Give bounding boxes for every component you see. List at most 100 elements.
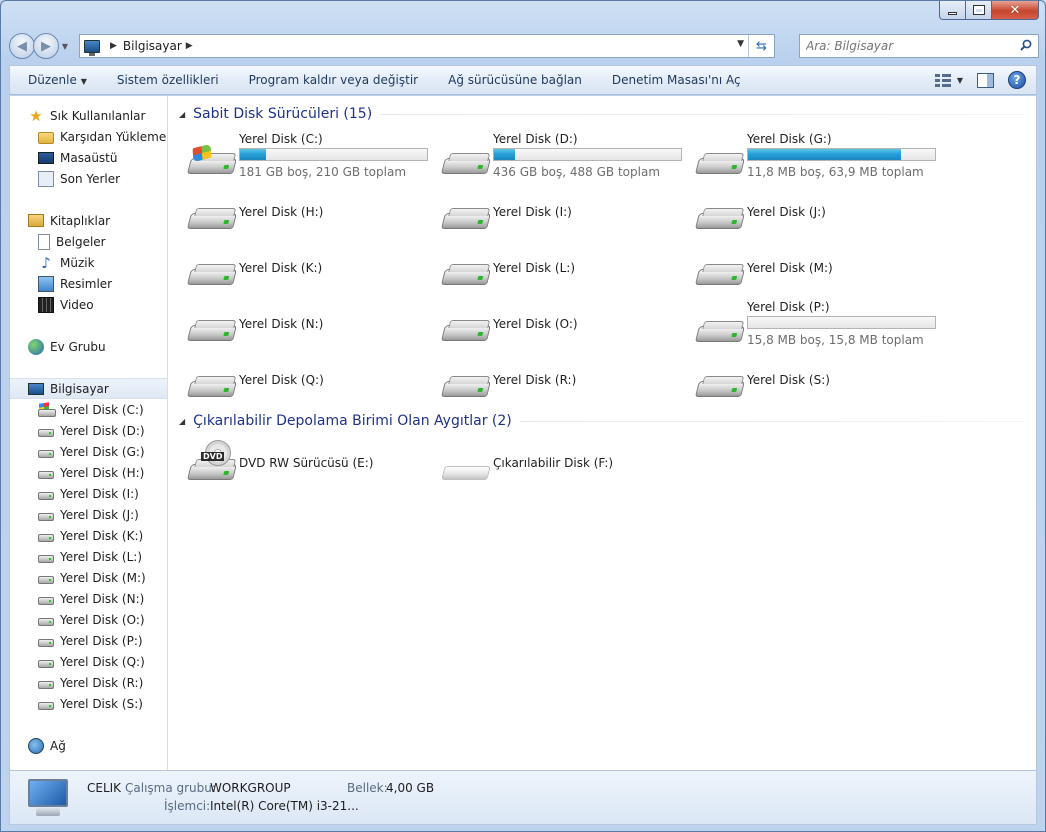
open-control-panel-button[interactable]: Denetim Masası'nı Aç — [597, 73, 756, 87]
sidebar-item-video[interactable]: Video — [10, 294, 167, 315]
drive-name: Yerel Disk (K:) — [239, 261, 323, 275]
libraries-icon — [28, 214, 44, 227]
search-icon[interactable] — [1020, 39, 1032, 51]
drive-tile-l[interactable]: Yerel Disk (L:) — [441, 259, 691, 309]
collapse-triangle-icon[interactable]: ◢ — [179, 417, 185, 426]
sidebar-item-favorites[interactable]: ★ Sık Kullanılanlar — [10, 105, 167, 126]
sidebar-item-label: Kitaplıklar — [50, 213, 111, 228]
search-input[interactable] — [806, 39, 1006, 53]
hard-drive-icon — [38, 491, 54, 500]
usage-bar — [747, 148, 936, 161]
drive-tile-i[interactable]: Yerel Disk (I:) — [441, 203, 691, 253]
change-view-button[interactable]: ▼ — [934, 73, 963, 87]
group-header-removable[interactable]: ◢ Çıkarılabilir Depolama Birimi Olan Ayg… — [179, 411, 1024, 431]
close-button[interactable]: ✕ — [992, 1, 1039, 20]
preview-pane-icon[interactable] — [977, 72, 994, 88]
sidebar-item-label: Belgeler — [56, 234, 106, 249]
collapse-triangle-icon[interactable]: ◢ — [179, 110, 185, 119]
hard-drive-icon — [441, 371, 491, 399]
map-network-drive-button[interactable]: Ağ sürücüsüne bağlan — [433, 73, 597, 87]
command-bar: Düzenle ▼ Sistem özellikleri Program kal… — [9, 65, 1037, 95]
refresh-icon[interactable]: ⇆ — [748, 35, 774, 57]
hard-drive-icon — [38, 680, 54, 689]
drive-tile-n[interactable]: Yerel Disk (N:) — [187, 315, 437, 365]
sidebar-item-label: Yerel Disk (I:) — [60, 486, 139, 501]
breadcrumb-chevron-icon[interactable]: ▶ — [186, 41, 193, 51]
sidebar-item-drive-h[interactable]: Yerel Disk (H:) — [10, 462, 167, 483]
recent-pages-dropdown[interactable]: ▼ — [59, 42, 71, 51]
drive-tile-j[interactable]: Yerel Disk (J:) — [695, 203, 945, 253]
minimize-button[interactable] — [939, 1, 966, 20]
address-bar[interactable]: ▶ Bilgisayar ▶ ▼ ⇆ — [79, 34, 775, 58]
sidebar-item-pictures[interactable]: Resimler — [10, 273, 167, 294]
sidebar-item-drive-g[interactable]: Yerel Disk (G:) — [10, 441, 167, 462]
sidebar-item-desktop[interactable]: Masaüstü — [10, 147, 167, 168]
sidebar-item-drive-n[interactable]: Yerel Disk (N:) — [10, 588, 167, 609]
sidebar-item-music[interactable]: ♪ Müzik — [10, 252, 167, 273]
workgroup-value: WORKGROUP — [210, 781, 291, 795]
drive-tile-f-removable[interactable]: Çıkarılabilir Disk (F:) — [441, 454, 691, 504]
sidebar-item-drive-s[interactable]: Yerel Disk (S:) — [10, 693, 167, 714]
system-properties-button[interactable]: Sistem özellikleri — [102, 73, 234, 87]
group-header-hard-disks[interactable]: ◢ Sabit Disk Sürücüleri (15) — [179, 104, 1024, 124]
maximize-button[interactable] — [966, 1, 992, 20]
content-area: ★ Sık Kullanılanlar Karşıdan Yüklemeler M… — [9, 96, 1037, 770]
breadcrumb-computer[interactable]: Bilgisayar — [123, 39, 182, 53]
breadcrumb-chevron-icon[interactable]: ▶ — [110, 41, 117, 51]
drive-tile-g[interactable]: Yerel Disk (G:) 11,8 MB boş, 63,9 MB top… — [695, 132, 945, 182]
back-button[interactable]: ◀ — [9, 33, 35, 59]
forward-button[interactable]: ▶ — [33, 33, 59, 59]
sidebar-item-drive-k[interactable]: Yerel Disk (K:) — [10, 525, 167, 546]
drive-tile-d[interactable]: Yerel Disk (D:) 436 GB boş, 488 GB topla… — [441, 132, 691, 182]
search-box[interactable] — [799, 34, 1039, 58]
drive-name: Yerel Disk (M:) — [747, 261, 833, 275]
drive-name: Yerel Disk (R:) — [493, 373, 577, 387]
drive-name: Yerel Disk (C:) — [239, 132, 323, 146]
sidebar-item-recent-places[interactable]: Son Yerler — [10, 168, 167, 189]
navigation-bar: ◀ ▶ ▼ ▶ Bilgisayar ▶ ▼ ⇆ — [9, 31, 1039, 61]
sidebar-item-drive-p[interactable]: Yerel Disk (P:) — [10, 630, 167, 651]
sidebar-item-label: Müzik — [60, 255, 95, 270]
sidebar-item-drive-q[interactable]: Yerel Disk (Q:) — [10, 651, 167, 672]
drive-tile-h[interactable]: Yerel Disk (H:) — [187, 203, 437, 253]
drive-tile-o[interactable]: Yerel Disk (O:) — [441, 315, 691, 365]
sidebar-item-documents[interactable]: Belgeler — [10, 231, 167, 252]
computer-monitor-icon — [28, 779, 72, 819]
sidebar-item-drive-r[interactable]: Yerel Disk (R:) — [10, 672, 167, 693]
organize-menu[interactable]: Düzenle ▼ — [10, 73, 102, 87]
sidebar-item-drive-d[interactable]: Yerel Disk (D:) — [10, 420, 167, 441]
command-bar-right: ▼ ? — [934, 71, 1026, 89]
sidebar-item-drive-j[interactable]: Yerel Disk (J:) — [10, 504, 167, 525]
navigation-pane: ★ Sık Kullanılanlar Karşıdan Yüklemeler M… — [10, 96, 168, 770]
sidebar-item-drive-c[interactable]: Yerel Disk (C:) — [10, 399, 167, 420]
sidebar-item-computer[interactable]: Bilgisayar — [10, 378, 167, 399]
sidebar-item-drive-m[interactable]: Yerel Disk (M:) — [10, 567, 167, 588]
drive-tile-c[interactable]: Yerel Disk (C:) 181 GB boş, 210 GB topla… — [187, 132, 437, 182]
drive-tile-k[interactable]: Yerel Disk (K:) — [187, 259, 437, 309]
usage-fill — [494, 149, 515, 160]
hard-drive-icon — [187, 315, 237, 343]
maximize-icon — [972, 5, 985, 15]
sidebar-item-drive-o[interactable]: Yerel Disk (O:) — [10, 609, 167, 630]
hard-drive-icon — [441, 315, 491, 343]
address-dropdown-icon[interactable]: ▼ — [737, 39, 744, 49]
help-icon[interactable]: ? — [1008, 71, 1026, 89]
usage-bar — [747, 316, 936, 329]
sidebar-item-drive-l[interactable]: Yerel Disk (L:) — [10, 546, 167, 567]
sidebar-item-network[interactable]: Ağ — [10, 735, 167, 756]
views-icon — [934, 73, 951, 87]
drive-tile-e-dvd[interactable]: DVD DVD RW Sürücüsü (E:) — [187, 440, 437, 504]
sidebar-item-label: Yerel Disk (G:) — [60, 444, 145, 459]
drive-name: Çıkarılabilir Disk (F:) — [493, 456, 614, 470]
sidebar-item-libraries[interactable]: Kitaplıklar — [10, 210, 167, 231]
sidebar-item-downloads[interactable]: Karşıdan Yüklemeler — [10, 126, 167, 147]
sidebar-item-drive-i[interactable]: Yerel Disk (I:) — [10, 483, 167, 504]
drive-tile-p[interactable]: Yerel Disk (P:) 15,8 MB boş, 15,8 MB top… — [695, 300, 945, 350]
drive-name: Yerel Disk (P:) — [747, 300, 830, 314]
chevron-down-icon: ▼ — [80, 77, 87, 86]
system-drive-icon — [187, 143, 237, 176]
sidebar-item-homegroup[interactable]: Ev Grubu — [10, 336, 167, 357]
hard-drive-icon — [38, 575, 54, 584]
uninstall-program-button[interactable]: Program kaldır veya değiştir — [234, 73, 434, 87]
sidebar-item-label: Masaüstü — [60, 150, 118, 165]
